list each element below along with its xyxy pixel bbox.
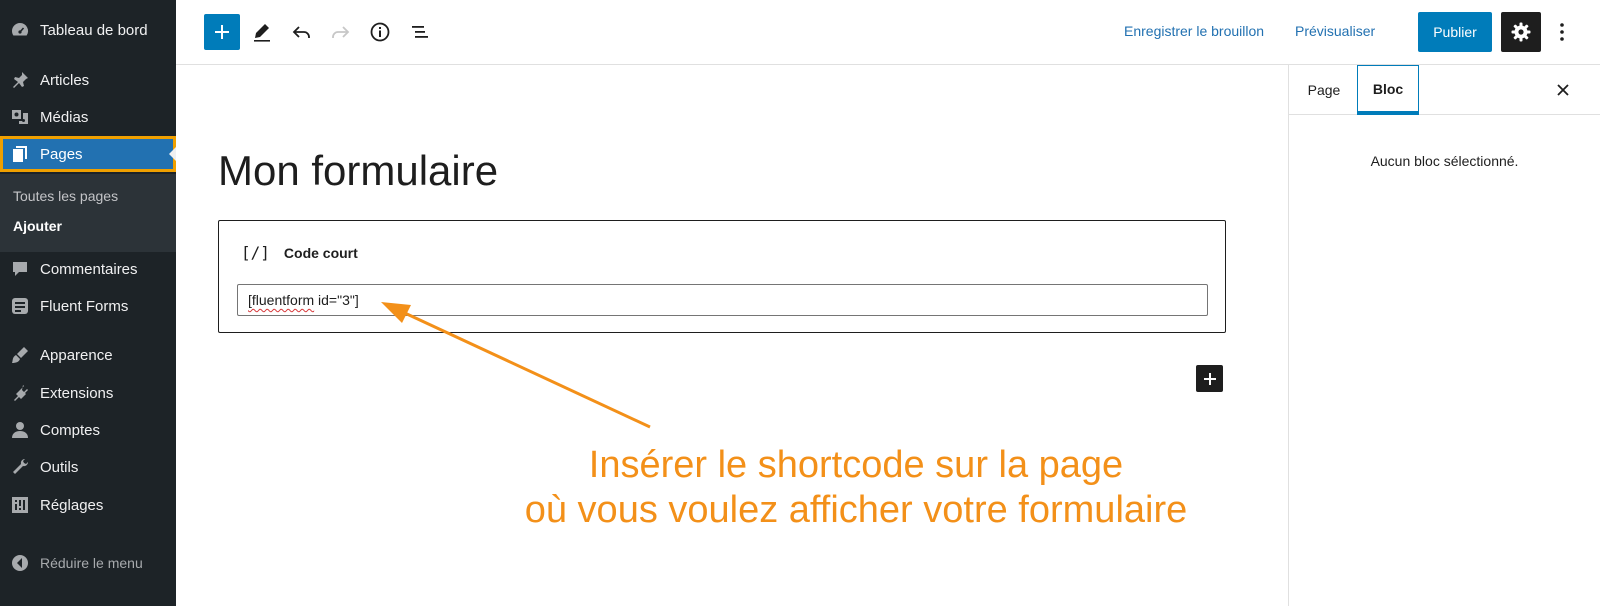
menu-label-fluent-forms: Fluent Forms (40, 297, 129, 315)
active-pointer (169, 147, 176, 161)
details-button[interactable] (362, 14, 398, 50)
editor-canvas: Mon formulaire [/] Code court [fluentfor… (176, 65, 1288, 606)
annotation-text: Insérer le shortcode sur la page où vous… (356, 443, 1356, 533)
pin-icon (8, 68, 32, 92)
tools-button[interactable] (244, 14, 280, 50)
menu-item-medias[interactable]: Médias (0, 99, 176, 135)
plus-icon (215, 25, 229, 39)
media-icon (8, 105, 32, 129)
settings-sidebar: Page Bloc Aucun bloc sélectionné. (1288, 65, 1600, 606)
editor-toolbar: Enregistrer le brouillon Prévisualiser P… (176, 0, 1600, 65)
pages-icon (8, 142, 32, 166)
settings-sliders-icon (8, 493, 32, 517)
menu-label-appearance: Apparence (40, 346, 113, 364)
menu-label-pages: Pages (40, 145, 83, 163)
menu-item-dashboard[interactable]: Tableau de bord (0, 12, 176, 48)
tab-page[interactable]: Page (1291, 65, 1357, 115)
undo-button[interactable] (284, 14, 320, 50)
brush-icon (8, 343, 32, 367)
menu-item-comments[interactable]: Commentaires (0, 251, 176, 287)
form-icon (8, 294, 32, 318)
menu-label-extensions: Extensions (40, 384, 114, 402)
menu-label-medias: Médias (40, 108, 89, 126)
list-view-button[interactable] (402, 14, 438, 50)
submenu-all-pages[interactable]: Toutes les pages (13, 188, 118, 204)
more-options-button[interactable] (1548, 14, 1576, 50)
add-block-button[interactable] (204, 14, 240, 50)
vertical-ellipsis-icon (1560, 23, 1564, 41)
admin-sidebar: Tableau de bord Articles Médias Pages To… (0, 0, 176, 606)
comment-icon (8, 257, 32, 281)
collapse-menu-label: Réduire le menu (40, 555, 143, 571)
publish-button[interactable]: Publier (1418, 12, 1492, 52)
collapse-menu-button[interactable]: Réduire le menu (0, 546, 176, 580)
menu-item-fluent-forms[interactable]: Fluent Forms (0, 288, 176, 324)
wrench-icon (8, 455, 32, 479)
plugin-icon (8, 381, 32, 405)
undo-icon (292, 26, 310, 38)
menu-label-tools: Outils (40, 458, 79, 476)
no-block-selected-message: Aucun bloc sélectionné. (1370, 153, 1519, 169)
menu-item-extensions[interactable]: Extensions (0, 375, 176, 411)
menu-item-articles[interactable]: Articles (0, 62, 176, 98)
preview-button[interactable]: Prévisualiser (1295, 23, 1375, 39)
menu-label-dashboard: Tableau de bord (40, 21, 148, 39)
menu-label-settings: Réglages (40, 496, 104, 514)
tab-block[interactable]: Bloc (1357, 65, 1419, 115)
menu-label-comments: Commentaires (40, 260, 138, 278)
submenu-add-new[interactable]: Ajouter (13, 218, 62, 234)
dashboard-icon (8, 18, 32, 42)
annotation-line-1: Insérer le shortcode sur la page (588, 444, 1124, 486)
annotation-line-2: où vous voulez afficher votre formulaire (524, 489, 1188, 531)
save-draft-button[interactable]: Enregistrer le brouillon (1124, 23, 1264, 39)
close-settings-button[interactable] (1551, 78, 1575, 102)
menu-item-settings[interactable]: Réglages (0, 487, 176, 523)
gear-icon (1511, 22, 1531, 42)
menu-item-pages[interactable]: Pages (0, 136, 176, 172)
menu-item-accounts[interactable]: Comptes (0, 412, 176, 448)
redo-button[interactable] (322, 14, 358, 50)
info-icon (370, 22, 390, 42)
pencil-icon (254, 24, 270, 42)
settings-toggle-button[interactable] (1501, 12, 1541, 52)
settings-tabs: Page Bloc (1289, 65, 1600, 115)
collapse-icon (8, 551, 32, 575)
user-icon (8, 418, 32, 442)
menu-item-tools[interactable]: Outils (0, 449, 176, 485)
pages-submenu: Toutes les pages Ajouter (0, 174, 176, 252)
menu-label-accounts: Comptes (40, 421, 101, 439)
close-icon (1557, 84, 1569, 96)
list-view-icon (412, 26, 428, 38)
menu-label-articles: Articles (40, 71, 90, 89)
redo-icon (332, 26, 350, 38)
menu-item-appearance[interactable]: Apparence (0, 337, 176, 373)
